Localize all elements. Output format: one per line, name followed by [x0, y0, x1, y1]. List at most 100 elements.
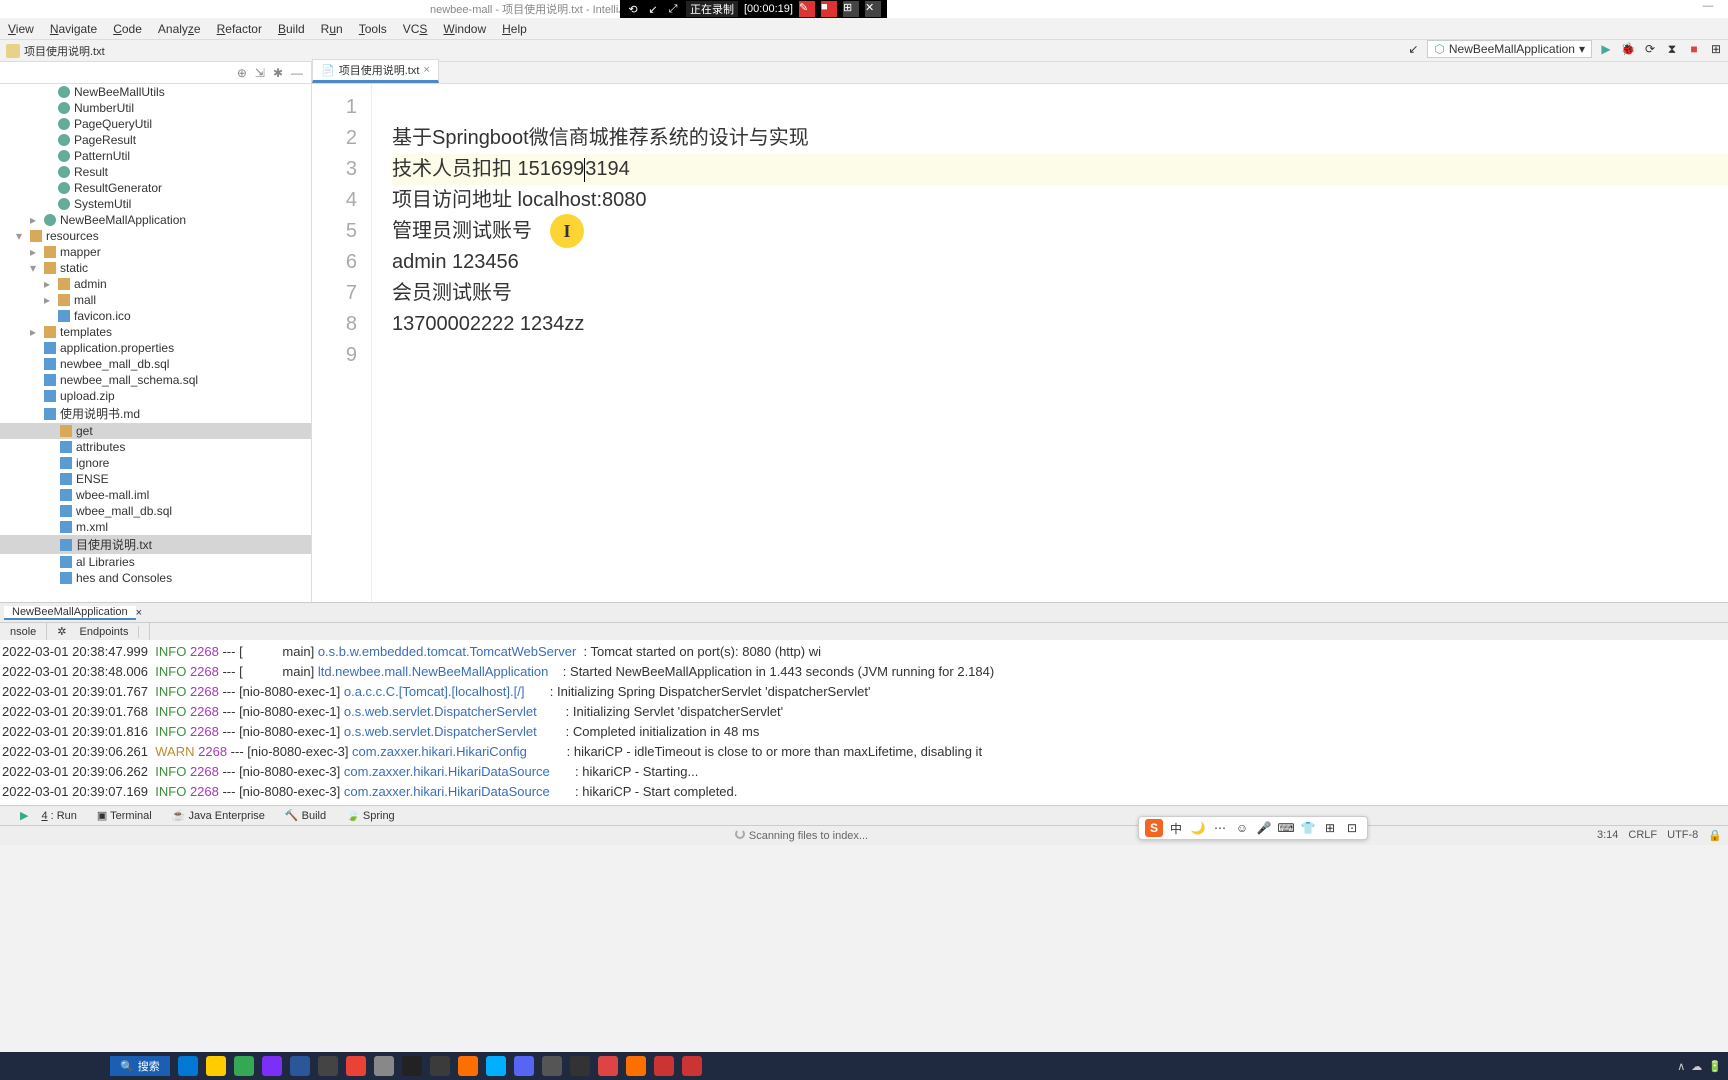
tool-build[interactable]: 🔨 Build [275, 806, 336, 825]
status-pos[interactable]: 3:14 [1597, 829, 1618, 842]
tree-item[interactable]: PatternUtil [0, 148, 311, 164]
code-line[interactable]: 项目访问地址 localhost:8080 [392, 185, 1728, 216]
app-icon[interactable] [402, 1056, 422, 1076]
app-icon[interactable] [346, 1056, 366, 1076]
menu-run[interactable]: Run [313, 22, 351, 36]
tree-item[interactable]: ▸NewBeeMallApplication [0, 212, 311, 228]
breadcrumb-file[interactable]: 项目使用说明.txt [24, 43, 105, 59]
tree-item[interactable]: ▸templates [0, 324, 311, 340]
tree-item[interactable]: PageResult [0, 132, 311, 148]
ime-moon-icon[interactable]: 🌙 [1189, 819, 1207, 837]
rec-icon[interactable]: ↙ [646, 2, 660, 16]
app-icon[interactable] [626, 1056, 646, 1076]
menu-analyze[interactable]: Analyze [150, 22, 209, 36]
close-icon[interactable]: × [136, 607, 142, 619]
menu-code[interactable]: Code [105, 22, 150, 36]
tool-terminal[interactable]: ▣ Terminal [87, 806, 162, 825]
menu-tools[interactable]: Tools [351, 22, 395, 36]
app-icon[interactable] [654, 1056, 674, 1076]
code-line[interactable]: admin 123456 [392, 247, 1728, 278]
tree-item[interactable]: NumberUtil [0, 100, 311, 116]
ime-emoji-icon[interactable]: ☺ [1233, 819, 1251, 837]
tool-javaee[interactable]: ☕ Java Enterprise [162, 806, 275, 825]
rec-pause-icon[interactable]: ✎ [799, 1, 815, 17]
run-subtab-endpoints[interactable]: ✲ Endpoints [47, 623, 150, 640]
app-icon[interactable] [262, 1056, 282, 1076]
menu-view[interactable]: View [0, 22, 42, 36]
ime-box-icon[interactable]: ⊡ [1343, 819, 1361, 837]
rec-close-icon[interactable]: ✕ [865, 1, 881, 17]
ime-mic-icon[interactable]: 🎤 [1255, 819, 1273, 837]
menu-refactor[interactable]: Refactor [209, 22, 270, 36]
tree-item[interactable]: attributes [0, 439, 311, 455]
tool-spring[interactable]: 🍃 Spring [336, 806, 405, 825]
code-line[interactable]: 管理员测试账号 [392, 216, 1728, 247]
tree-item[interactable]: ignore [0, 455, 311, 471]
code-line[interactable]: 基于Springboot微信商城推荐系统的设计与实现 [392, 123, 1728, 154]
rec-settings-icon[interactable]: ⊞ [843, 1, 859, 17]
tree-item[interactable]: m.xml [0, 519, 311, 535]
run-subtab-console[interactable]: nsole [0, 623, 47, 640]
status-encoding[interactable]: UTF-8 [1667, 829, 1698, 842]
console-output[interactable]: 2022-03-01 20:38:47.999 INFO 2268 --- [ … [0, 640, 1728, 805]
build-icon[interactable]: ↙ [1405, 41, 1421, 57]
status-lock-icon[interactable]: 🔒 [1708, 829, 1722, 842]
tree-item[interactable]: wbee_mall_db.sql [0, 503, 311, 519]
minimize-button[interactable]: — [1688, 0, 1728, 18]
code-line[interactable] [392, 340, 1728, 371]
tree-item[interactable]: ENSE [0, 471, 311, 487]
tree-item[interactable]: 目使用说明.txt [0, 535, 311, 554]
rec-stop-icon[interactable]: ■ [821, 1, 837, 17]
tree-settings-icon[interactable]: ✱ [273, 66, 283, 80]
app-icon[interactable] [570, 1056, 590, 1076]
ime-grid-icon[interactable]: ⊞ [1321, 819, 1339, 837]
tree-item[interactable]: newbee_mall_db.sql [0, 356, 311, 372]
menu-vcs[interactable]: VCS [395, 22, 436, 36]
tree-item[interactable]: get [0, 423, 311, 439]
app-icon[interactable] [542, 1056, 562, 1076]
run-icon[interactable]: ▶ [1598, 41, 1614, 57]
tree-target-icon[interactable]: ⊕ [237, 66, 247, 80]
tree-item[interactable]: al Libraries [0, 554, 311, 570]
editor-tab[interactable]: 📄 项目使用说明.txt × [312, 59, 439, 83]
run-config-selector[interactable]: ⬡ NewBeeMallApplication ▾ [1427, 40, 1592, 58]
menu-build[interactable]: Build [270, 22, 313, 36]
rec-icon[interactable]: ⟲ [626, 2, 640, 16]
code-area[interactable]: I 基于Springboot微信商城推荐系统的设计与实现技术人员扣扣 15169… [372, 84, 1728, 602]
tree-item[interactable]: newbee_mall_schema.sql [0, 372, 311, 388]
tool-run[interactable]: ▶4: Run [0, 806, 87, 825]
menu-help[interactable]: Help [494, 22, 535, 36]
tree-item[interactable]: 使用说明书.md [0, 404, 311, 423]
status-eol[interactable]: CRLF [1628, 829, 1657, 842]
project-tree[interactable]: ⊕ ⇲ ✱ — NewBeeMallUtilsNumberUtilPageQue… [0, 62, 312, 602]
code-line[interactable]: 会员测试账号 [392, 278, 1728, 309]
ime-logo-icon[interactable]: S [1145, 819, 1163, 837]
ime-lang[interactable]: 中 [1167, 819, 1185, 837]
tree-item[interactable]: PageQueryUtil [0, 116, 311, 132]
ime-skin-icon[interactable]: 👕 [1299, 819, 1317, 837]
debug-icon[interactable]: 🐞 [1620, 41, 1636, 57]
app-icon[interactable] [430, 1056, 450, 1076]
profile-icon[interactable]: ⧗ [1664, 41, 1680, 57]
coverage-icon[interactable]: ⟳ [1642, 41, 1658, 57]
ime-toolbar[interactable]: S 中 🌙 ⋯ ☺ 🎤 ⌨ 👕 ⊞ ⊡ [1138, 816, 1368, 840]
windows-taskbar[interactable]: 🔍 搜索 ∧ ☁ 🔋 [0, 1052, 1728, 1080]
app-icon[interactable] [290, 1056, 310, 1076]
rec-icon[interactable]: ⤢ [666, 2, 680, 16]
ime-more-icon[interactable]: ⋯ [1211, 819, 1229, 837]
tree-item[interactable]: SystemUtil [0, 196, 311, 212]
tree-item[interactable]: hes and Consoles [0, 570, 311, 586]
app-icon[interactable] [458, 1056, 478, 1076]
tree-item[interactable]: ▸mapper [0, 244, 311, 260]
close-icon[interactable]: × [423, 64, 429, 76]
tree-item[interactable]: wbee-mall.iml [0, 487, 311, 503]
app-icon[interactable] [598, 1056, 618, 1076]
app-icon[interactable] [318, 1056, 338, 1076]
taskbar-search[interactable]: 🔍 搜索 [110, 1056, 170, 1076]
tree-item[interactable]: ▸mall [0, 292, 311, 308]
stop-icon[interactable]: ■ [1686, 41, 1702, 57]
tree-item[interactable]: NewBeeMallUtils [0, 84, 311, 100]
tray-icon[interactable]: 🔋 [1708, 1060, 1722, 1073]
tree-item[interactable]: ▾static [0, 260, 311, 276]
menu-navigate[interactable]: Navigate [42, 22, 105, 36]
